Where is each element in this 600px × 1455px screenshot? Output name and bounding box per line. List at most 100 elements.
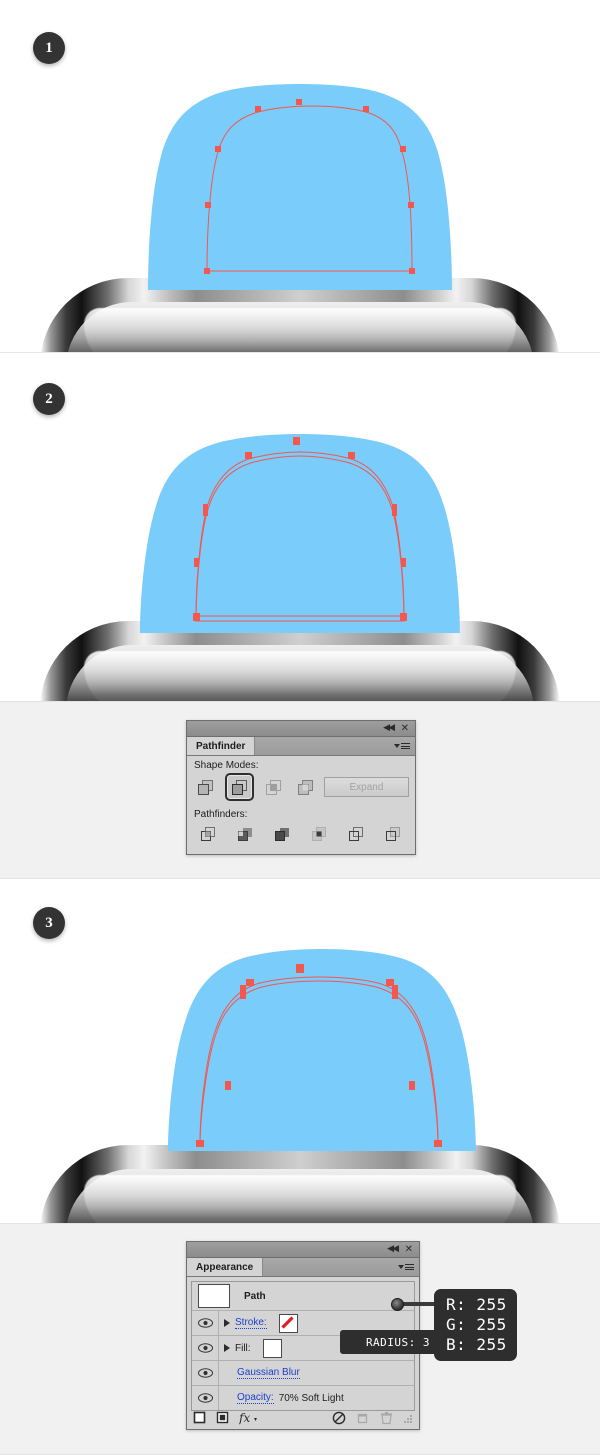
opacity-label[interactable]: Opacity: [237,1392,274,1404]
pathfinder-tab-label: Pathfinder [196,740,246,752]
path-overlay-1 [204,99,415,274]
rgb-tooltip: R: 255 G: 255 B: 255 [434,1289,517,1361]
appearance-row-gaussian-blur[interactable]: Gaussian Blur [192,1361,414,1386]
add-new-stroke-icon[interactable] [193,1411,206,1429]
delete-item-icon[interactable] [380,1411,393,1430]
close-icon[interactable]: ✕ [405,1243,413,1256]
panel-menu-icon[interactable] [398,1261,414,1273]
shape-mode-minus-front-button[interactable] [224,773,255,801]
pathfinder-crop-button[interactable] [307,822,333,846]
appearance-object-row[interactable]: Path [192,1282,414,1311]
chevron-down-icon [394,744,400,748]
path-overlay-2 [193,437,407,622]
opacity-value: 70% Soft Light [278,1392,344,1404]
rgb-green-value: G: 255 [446,1315,507,1334]
clear-appearance-icon[interactable] [332,1411,346,1430]
object-thumbnail [198,1284,230,1308]
tab-pathfinder[interactable]: Pathfinder [187,737,256,755]
eye-icon[interactable] [192,1361,219,1385]
appearance-titlebar[interactable]: ◀◀ ✕ [187,1242,419,1258]
smartwatch-device-3 [40,1145,560,1223]
pathfinder-titlebar[interactable]: ◀◀ ✕ [187,721,415,737]
shape-mode-intersect-button[interactable] [260,775,286,799]
disclosure-triangle-icon[interactable] [219,1319,235,1327]
collapse-icon[interactable]: ◀◀ [387,1243,399,1256]
trim-icon [237,827,252,841]
illustration-step-2: 2 [0,353,600,701]
unite-icon [198,779,214,795]
add-effect-fx-icon[interactable]: fx [238,1411,259,1430]
visibility-eye-icon [197,1368,213,1378]
watch-gloss-highlight [84,1175,516,1223]
outline-icon [349,826,364,841]
watch-gloss-highlight [84,308,516,352]
object-label: Path [244,1290,266,1302]
divide-icon [200,826,215,841]
minus-back-icon [386,826,401,841]
shape-mode-exclude-button[interactable] [292,775,318,799]
visibility-eye-icon [197,1393,213,1403]
rgb-blue-value: B: 255 [446,1335,507,1354]
svg-text:fx: fx [239,1411,250,1425]
duplicate-item-icon[interactable] [356,1411,370,1430]
disclosure-triangle-icon[interactable] [219,1344,235,1352]
chevron-down-icon [398,1265,404,1269]
fill-swatch[interactable] [262,1338,282,1358]
appearance-body: Path Stroke: Fill: Gaussian Blur Opacity… [187,1281,419,1429]
pathfinder-panel[interactable]: ◀◀ ✕ Pathfinder Shape Modes: Expand Path… [186,720,416,855]
intersect-icon [265,779,281,795]
appearance-row-opacity[interactable]: Opacity: 70% Soft Light [192,1386,414,1410]
watch-bezel [40,621,560,701]
appearance-panel-zone: ◀◀ ✕ Appearance Path Stroke: Fill: Gauss… [0,1223,600,1455]
expand-label: Expand [349,781,384,793]
appearance-footer: fx [187,1411,419,1429]
hamburger-icon [401,743,410,749]
resize-grip-icon[interactable] [403,1411,413,1429]
fill-label: Fill: [235,1342,251,1354]
pathfinder-trim-button[interactable] [232,822,258,846]
visibility-eye-icon [197,1318,213,1328]
step-badge-3: 3 [33,907,65,939]
merge-icon [274,827,289,841]
close-icon[interactable]: ✕ [401,722,409,735]
rgb-connector-knob [391,1298,404,1311]
pathfinder-panel-zone: ◀◀ ✕ Pathfinder Shape Modes: Expand Path… [0,701,600,879]
pathfinder-tabrow: Pathfinder [187,737,415,756]
stroke-swatch[interactable] [278,1313,298,1333]
expand-button[interactable]: Expand [323,777,409,797]
pathfinders-row [187,822,415,846]
watch-gloss-highlight [84,651,516,701]
pathfinder-divide-button[interactable] [195,822,221,846]
rgb-red-value: R: 255 [446,1295,507,1314]
gaussian-blur-label[interactable]: Gaussian Blur [237,1367,300,1379]
tutorial-page: 1 2 ◀◀ ✕ Pathfinder Shape Modes: Expand … [0,0,600,1455]
pathfinder-merge-button[interactable] [269,822,295,846]
panel-menu-icon[interactable] [394,740,410,752]
eye-icon[interactable] [192,1311,219,1335]
tab-appearance[interactable]: Appearance [187,1258,264,1276]
add-new-fill-icon[interactable] [216,1411,229,1429]
appearance-tabrow: Appearance [187,1258,419,1277]
shape-modes-label: Shape Modes: [194,760,259,771]
shape-modes-row: Expand [187,773,415,801]
step-number-2: 2 [45,390,53,407]
eye-icon[interactable] [192,1386,219,1410]
visibility-eye-icon [197,1343,213,1353]
illustration-step-1: 1 [0,0,600,352]
exclude-icon [297,779,313,795]
step-badge-1: 1 [33,32,65,64]
radius-tooltip-text: RADIUS: 3 [365,1335,431,1349]
step-number-3: 3 [45,914,53,931]
hamburger-icon [405,1264,414,1270]
stroke-label[interactable]: Stroke: [235,1317,267,1329]
path-overlay-3 [196,964,442,1148]
collapse-icon[interactable]: ◀◀ [383,722,395,735]
shape-mode-unite-button[interactable] [193,775,219,799]
smartwatch-device-2 [40,621,560,701]
pathfinder-minus-back-button[interactable] [381,822,407,846]
step-number-1: 1 [45,39,53,56]
crop-icon [312,826,327,841]
eye-icon[interactable] [192,1336,219,1360]
illustration-step-3: 3 [0,879,600,1223]
pathfinder-outline-button[interactable] [344,822,370,846]
